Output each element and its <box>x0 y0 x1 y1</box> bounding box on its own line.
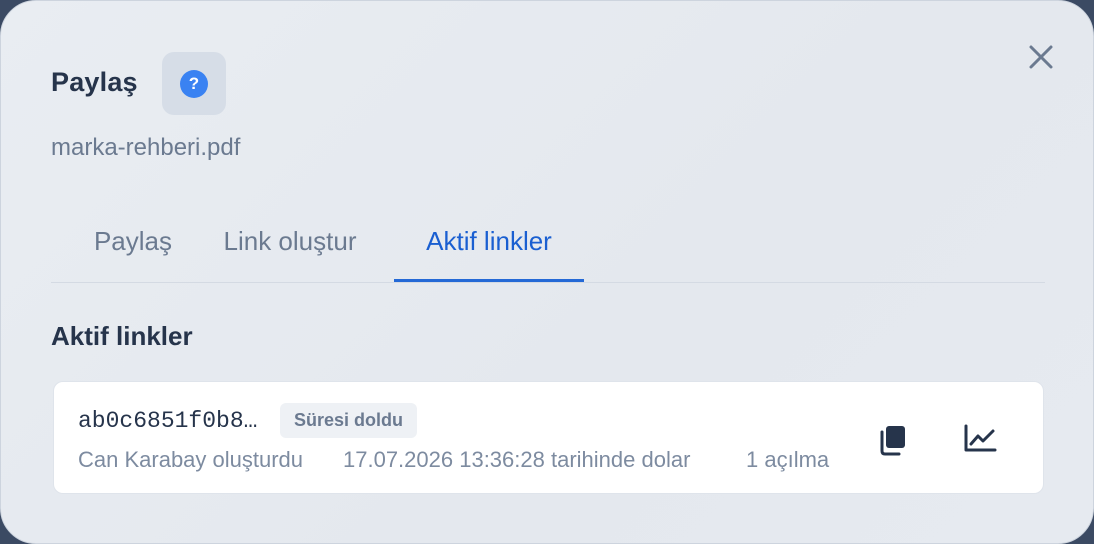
help-button[interactable]: ? <box>162 52 226 115</box>
link-item: ab0c6851f0b8… Süresi doldu Can Karabay o… <box>53 381 1044 494</box>
share-dialog: Paylaş ? marka-rehberi.pdf Paylaş Link o… <box>0 0 1094 544</box>
link-stats-button[interactable] <box>956 414 1004 462</box>
close-button[interactable] <box>1023 39 1059 75</box>
tab-active-links[interactable]: Aktif linkler <box>394 201 584 282</box>
link-creator: Can Karabay oluşturdu <box>78 447 304 472</box>
link-expiry: 17.07.2026 13:36:28 tarihinde dolar <box>343 447 691 472</box>
tab-share[interactable]: Paylaş <box>71 201 195 282</box>
copy-link-button[interactable] <box>868 416 916 464</box>
close-icon <box>1029 45 1053 69</box>
link-open-count: 1 açılma <box>746 447 830 472</box>
link-id: ab0c6851f0b8… <box>78 408 258 434</box>
dialog-title: Paylaş <box>51 67 138 97</box>
chart-line-icon <box>964 424 997 452</box>
file-name: marka-rehberi.pdf <box>51 134 241 161</box>
section-title: Aktif linkler <box>51 321 193 351</box>
status-badge: Süresi doldu <box>280 403 418 438</box>
copy-icon <box>880 426 905 456</box>
tab-bar: Paylaş Link oluştur Aktif linkler <box>51 201 1045 283</box>
question-circle-icon: ? <box>180 69 208 98</box>
tab-create-link[interactable]: Link oluştur <box>211 201 369 282</box>
active-tab-indicator <box>394 279 584 282</box>
